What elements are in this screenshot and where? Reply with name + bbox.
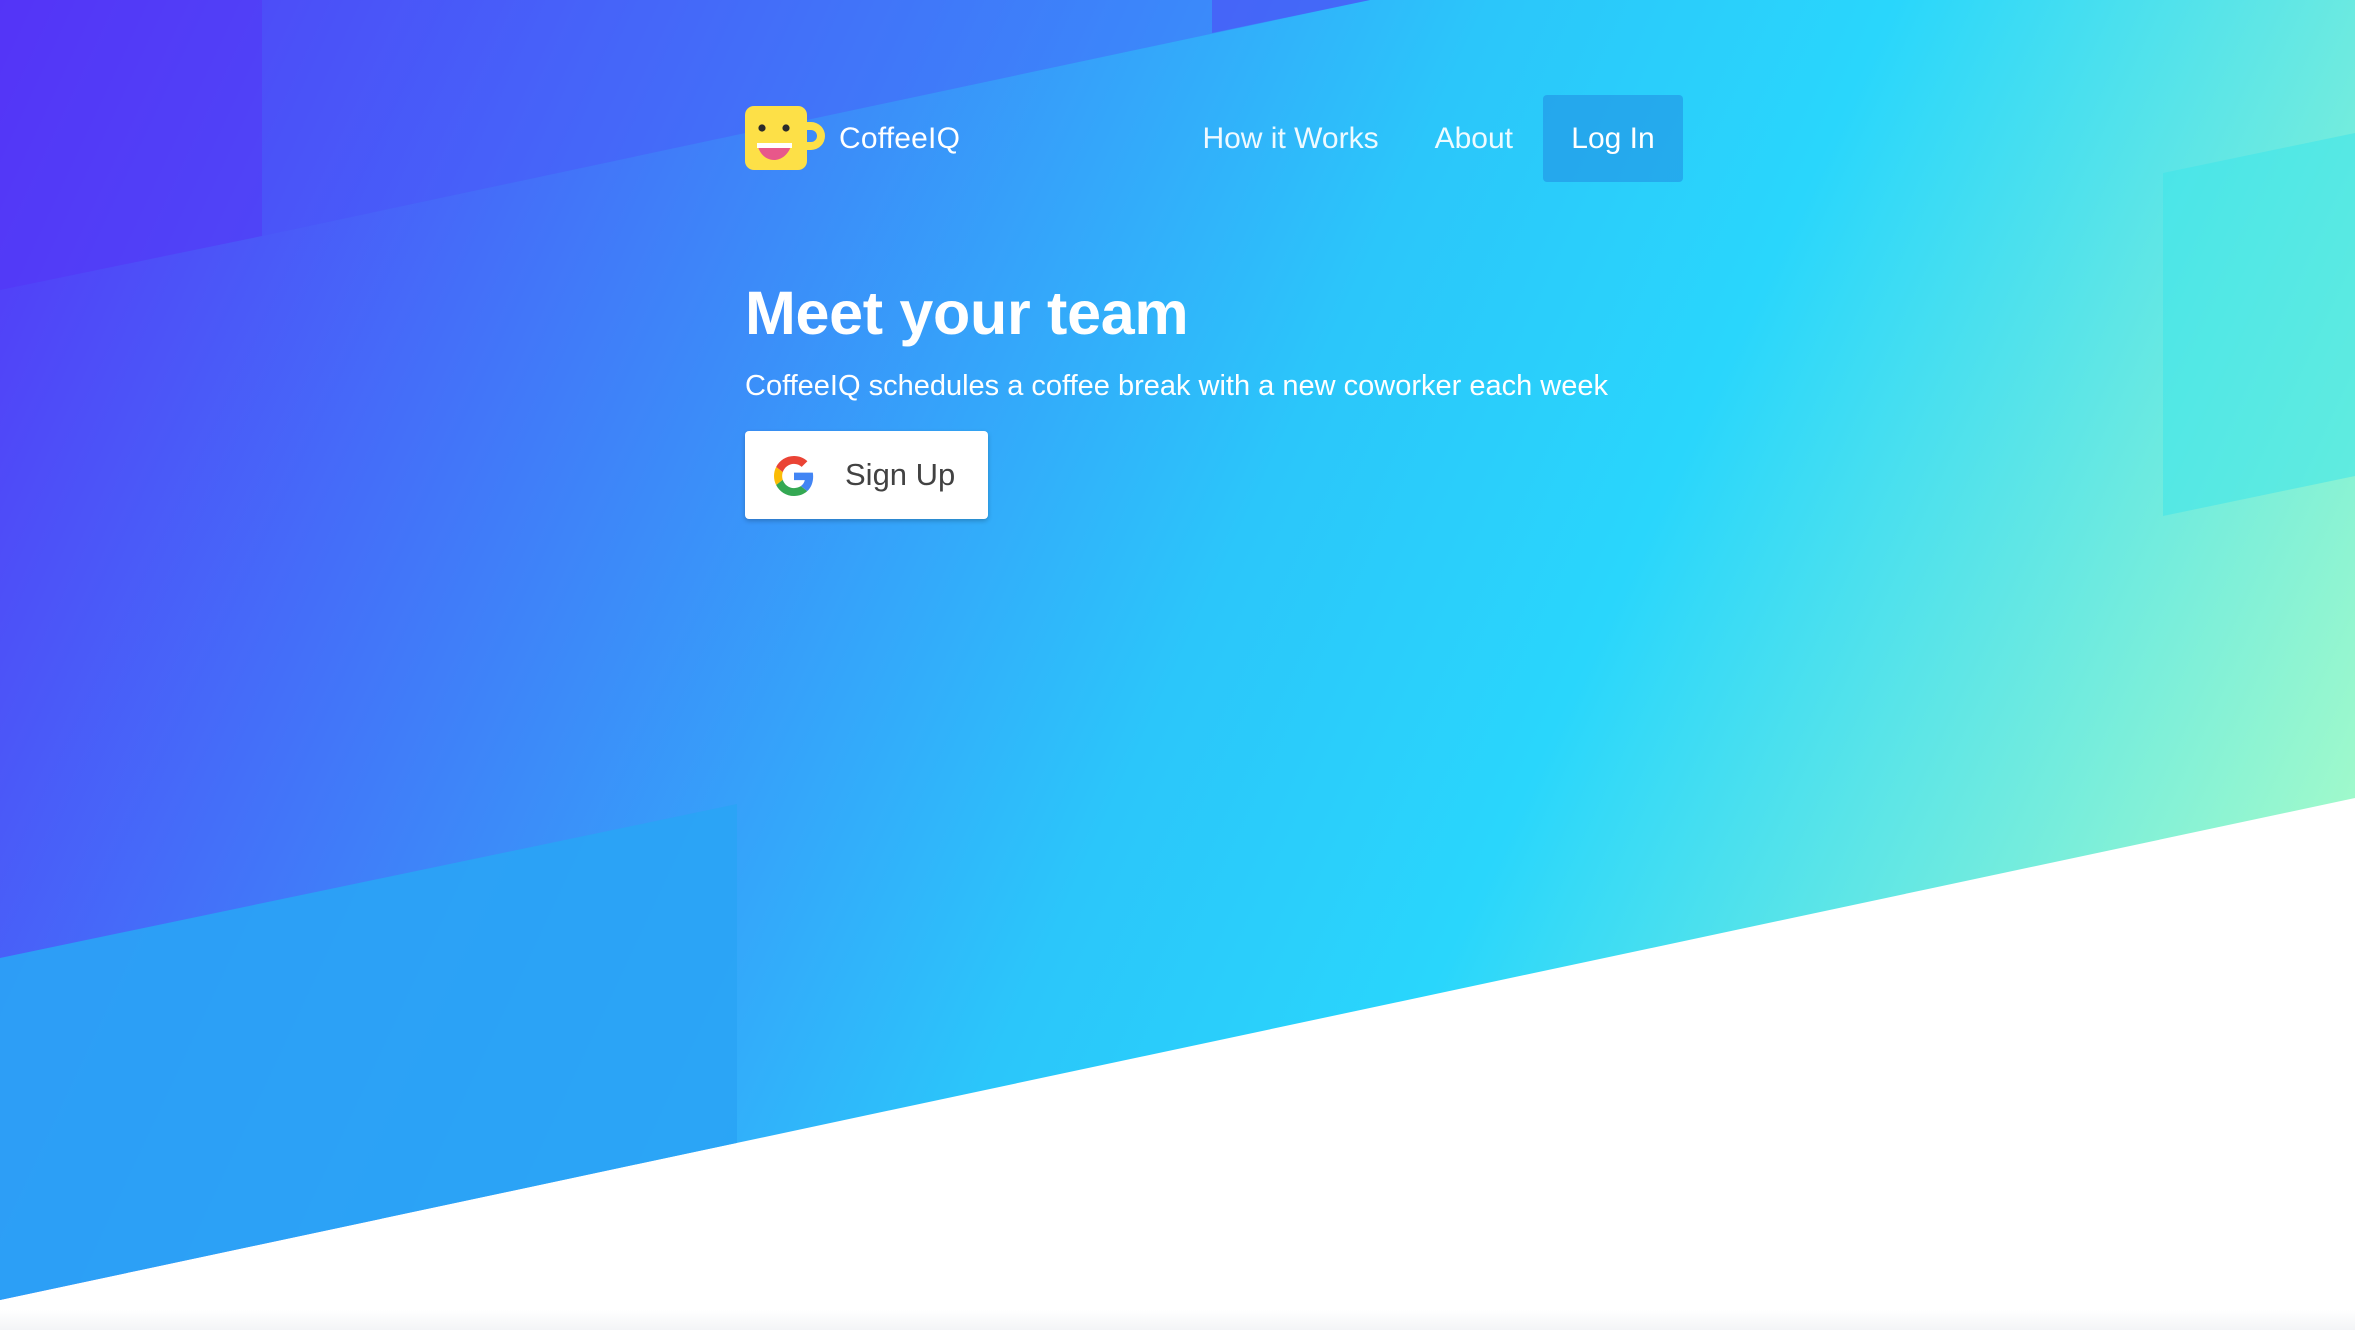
google-icon	[774, 456, 814, 496]
nav-link-about[interactable]: About	[1407, 95, 1541, 182]
brand-name: CoffeeIQ	[839, 121, 961, 155]
hero-subtitle: CoffeeIQ schedules a coffee break with a…	[745, 370, 1608, 402]
nav-link-how-it-works[interactable]: How it Works	[1174, 95, 1406, 182]
login-button[interactable]: Log In	[1543, 95, 1683, 182]
hero-title: Meet your team	[745, 279, 1189, 347]
decor-shape-right-panel	[2163, 133, 2355, 516]
hero-section: Meet your team CoffeeIQ schedules a coff…	[745, 278, 1845, 519]
nav-links: How it Works About Log In	[1174, 95, 1683, 182]
section-bottom-shadow	[0, 1310, 2355, 1330]
signup-button-label: Sign Up	[845, 457, 956, 492]
google-signup-button[interactable]: Sign Up	[745, 431, 988, 519]
top-navbar: CoffeeIQ How it Works About Log In	[745, 95, 1683, 182]
landing-page: CoffeeIQ How it Works About Log In Meet …	[0, 0, 2355, 1330]
brand-logo-link[interactable]: CoffeeIQ	[745, 95, 960, 182]
hero-background	[0, 0, 2355, 1300]
smiling-coffee-mug-icon	[745, 105, 825, 170]
